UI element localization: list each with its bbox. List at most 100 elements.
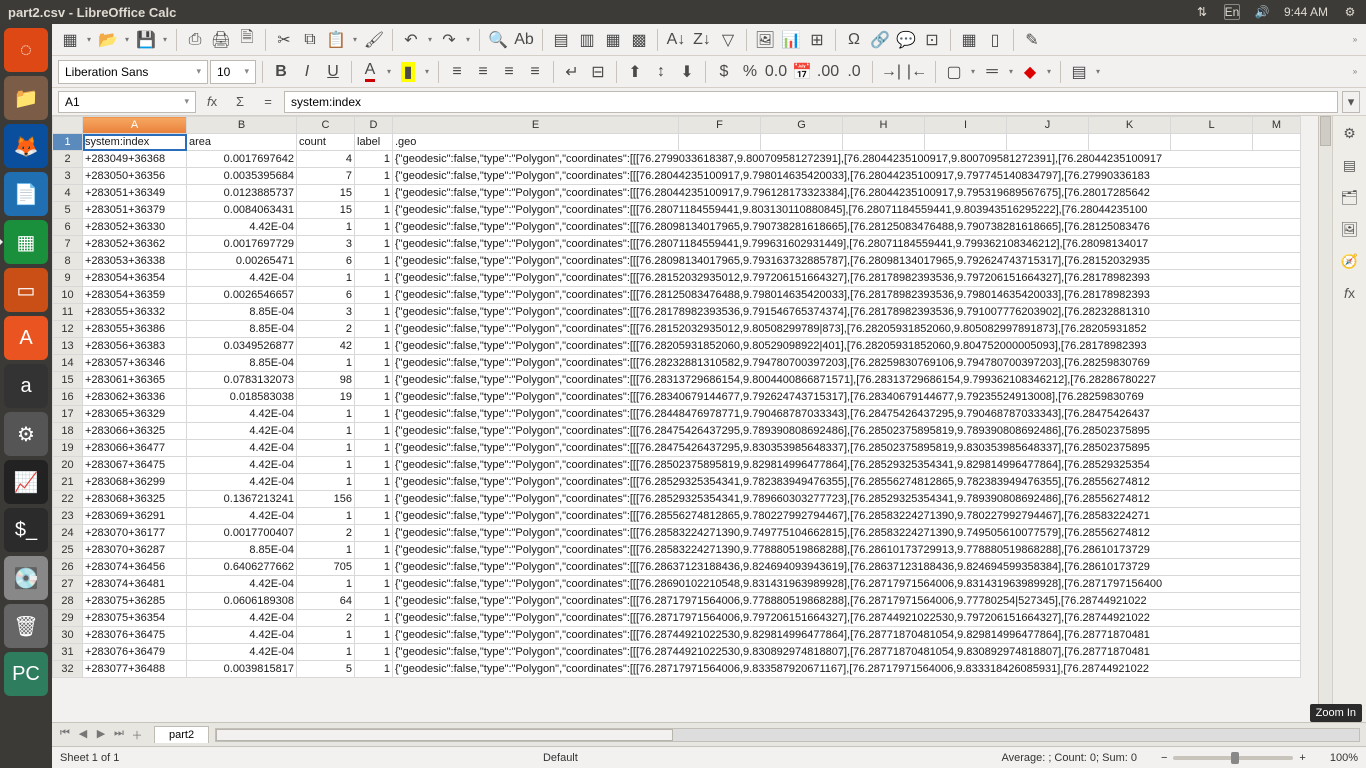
column-header-J[interactable]: J (1007, 117, 1089, 134)
cell-E6[interactable]: {"geodesic":false,"type":"Polygon","coor… (393, 219, 1301, 236)
cell-E3[interactable]: {"geodesic":false,"type":"Polygon","coor… (393, 168, 1301, 185)
cell-C23[interactable]: 1 (297, 508, 355, 525)
row-header-29[interactable]: 29 (53, 610, 83, 627)
decrease-indent-button[interactable]: |← (905, 60, 929, 84)
cell-A21[interactable]: +283068+36299 (83, 474, 187, 491)
cell-D31[interactable]: 1 (355, 644, 393, 661)
tab-next-button[interactable]: ▶ (92, 727, 110, 743)
cell-L1[interactable] (1171, 134, 1253, 151)
row-header-1[interactable]: 1 (53, 134, 83, 151)
cell-E24[interactable]: {"geodesic":false,"type":"Polygon","coor… (393, 525, 1301, 542)
cell-A2[interactable]: +283049+36368 (83, 151, 187, 168)
cell-B30[interactable]: 4.42E-04 (187, 627, 297, 644)
percent-button[interactable]: % (738, 60, 762, 84)
border-style-button[interactable]: ═ (980, 60, 1004, 84)
launcher-writer[interactable]: 📄 (4, 172, 48, 216)
sound-icon[interactable]: 🔊 (1254, 4, 1270, 20)
cell-D32[interactable]: 1 (355, 661, 393, 678)
cell-A17[interactable]: +283065+36329 (83, 406, 187, 423)
cell-C19[interactable]: 1 (297, 440, 355, 457)
font-size-combo[interactable]: 10▾ (210, 60, 256, 84)
cell-D13[interactable]: 1 (355, 338, 393, 355)
cell-C17[interactable]: 1 (297, 406, 355, 423)
borders-dropdown[interactable]: ▾ (968, 67, 978, 76)
cell-A14[interactable]: +283057+36346 (83, 355, 187, 372)
launcher-files[interactable]: 📁 (4, 76, 48, 120)
cell-E8[interactable]: {"geodesic":false,"type":"Polygon","coor… (393, 253, 1301, 270)
clock[interactable]: 9:44 AM (1284, 5, 1328, 19)
insert-chart-button[interactable]: 📊 (779, 28, 803, 52)
sidebar-navigator-icon[interactable]: 🧭 (1337, 248, 1363, 274)
cell-D5[interactable]: 1 (355, 202, 393, 219)
cell-A9[interactable]: +283054+36354 (83, 270, 187, 287)
split-button[interactable]: ▯ (983, 28, 1007, 52)
launcher-disk[interactable]: 💽 (4, 556, 48, 600)
cell-D16[interactable]: 1 (355, 389, 393, 406)
cell-D20[interactable]: 1 (355, 457, 393, 474)
insert-columns-button[interactable]: ▩ (627, 28, 651, 52)
open-button[interactable]: 📂 (96, 28, 120, 52)
conditional-dropdown[interactable]: ▾ (1093, 67, 1103, 76)
cell-E30[interactable]: {"geodesic":false,"type":"Polygon","coor… (393, 627, 1301, 644)
cell-C13[interactable]: 42 (297, 338, 355, 355)
row-header-22[interactable]: 22 (53, 491, 83, 508)
launcher-settings[interactable]: ⚙ (4, 412, 48, 456)
cell-A27[interactable]: +283074+36481 (83, 576, 187, 593)
cell-C5[interactable]: 15 (297, 202, 355, 219)
cell-C27[interactable]: 1 (297, 576, 355, 593)
sidebar-settings-icon[interactable]: ⚙ (1337, 120, 1363, 146)
cell-D4[interactable]: 1 (355, 185, 393, 202)
cell-K1[interactable] (1089, 134, 1171, 151)
cell-E2[interactable]: {"geodesic":false,"type":"Polygon","coor… (393, 151, 1301, 168)
cell-D9[interactable]: 1 (355, 270, 393, 287)
cell-E12[interactable]: {"geodesic":false,"type":"Polygon","coor… (393, 321, 1301, 338)
cell-A19[interactable]: +283066+36477 (83, 440, 187, 457)
cell-A12[interactable]: +283055+36386 (83, 321, 187, 338)
select-all-corner[interactable] (53, 117, 83, 134)
insert-image-button[interactable]: 🖼 (753, 28, 777, 52)
cell-B26[interactable]: 0.6406277662 (187, 559, 297, 576)
launcher-amazon[interactable]: a (4, 364, 48, 408)
sidebar-styles-icon[interactable]: 🗂 (1337, 184, 1363, 210)
row-header-7[interactable]: 7 (53, 236, 83, 253)
cell-A29[interactable]: +283075+36354 (83, 610, 187, 627)
cell-B3[interactable]: 0.0035395684 (187, 168, 297, 185)
align-center-button[interactable]: ≡ (471, 60, 495, 84)
new-dropdown[interactable]: ▾ (84, 35, 94, 44)
underline-button[interactable]: U (321, 60, 345, 84)
tab-add-button[interactable]: ＋ (128, 727, 146, 743)
draw-button[interactable]: ✎ (1020, 28, 1044, 52)
cell-C12[interactable]: 2 (297, 321, 355, 338)
cell-E32[interactable]: {"geodesic":false,"type":"Polygon","coor… (393, 661, 1301, 678)
cell-D17[interactable]: 1 (355, 406, 393, 423)
cell-C6[interactable]: 1 (297, 219, 355, 236)
cell-B16[interactable]: 0.018583038 (187, 389, 297, 406)
cell-A1[interactable]: system:index (83, 134, 187, 151)
row-header-23[interactable]: 23 (53, 508, 83, 525)
redo-button[interactable]: ↷ (437, 28, 461, 52)
row-header-24[interactable]: 24 (53, 525, 83, 542)
cell-C31[interactable]: 1 (297, 644, 355, 661)
sort-desc-button[interactable]: Z↓ (690, 28, 714, 52)
cell-D15[interactable]: 1 (355, 372, 393, 389)
zoom-slider[interactable] (1173, 756, 1293, 760)
special-char-button[interactable]: Ω (842, 28, 866, 52)
cell-C21[interactable]: 1 (297, 474, 355, 491)
cell-A20[interactable]: +283067+36475 (83, 457, 187, 474)
align-right-button[interactable]: ≡ (497, 60, 521, 84)
cell-B2[interactable]: 0.0017697642 (187, 151, 297, 168)
cell-E25[interactable]: {"geodesic":false,"type":"Polygon","coor… (393, 542, 1301, 559)
cell-A7[interactable]: +283052+36362 (83, 236, 187, 253)
cell-E15[interactable]: {"geodesic":false,"type":"Polygon","coor… (393, 372, 1301, 389)
redo-dropdown[interactable]: ▾ (463, 35, 473, 44)
launcher-pycharm[interactable]: PC (4, 652, 48, 696)
row-header-32[interactable]: 32 (53, 661, 83, 678)
cell-E11[interactable]: {"geodesic":false,"type":"Polygon","coor… (393, 304, 1301, 321)
cell-E13[interactable]: {"geodesic":false,"type":"Polygon","coor… (393, 338, 1301, 355)
bold-button[interactable]: B (269, 60, 293, 84)
cell-C4[interactable]: 15 (297, 185, 355, 202)
cell-D28[interactable]: 1 (355, 593, 393, 610)
cell-D19[interactable]: 1 (355, 440, 393, 457)
insert-rows-button[interactable]: ▦ (601, 28, 625, 52)
row-header-17[interactable]: 17 (53, 406, 83, 423)
